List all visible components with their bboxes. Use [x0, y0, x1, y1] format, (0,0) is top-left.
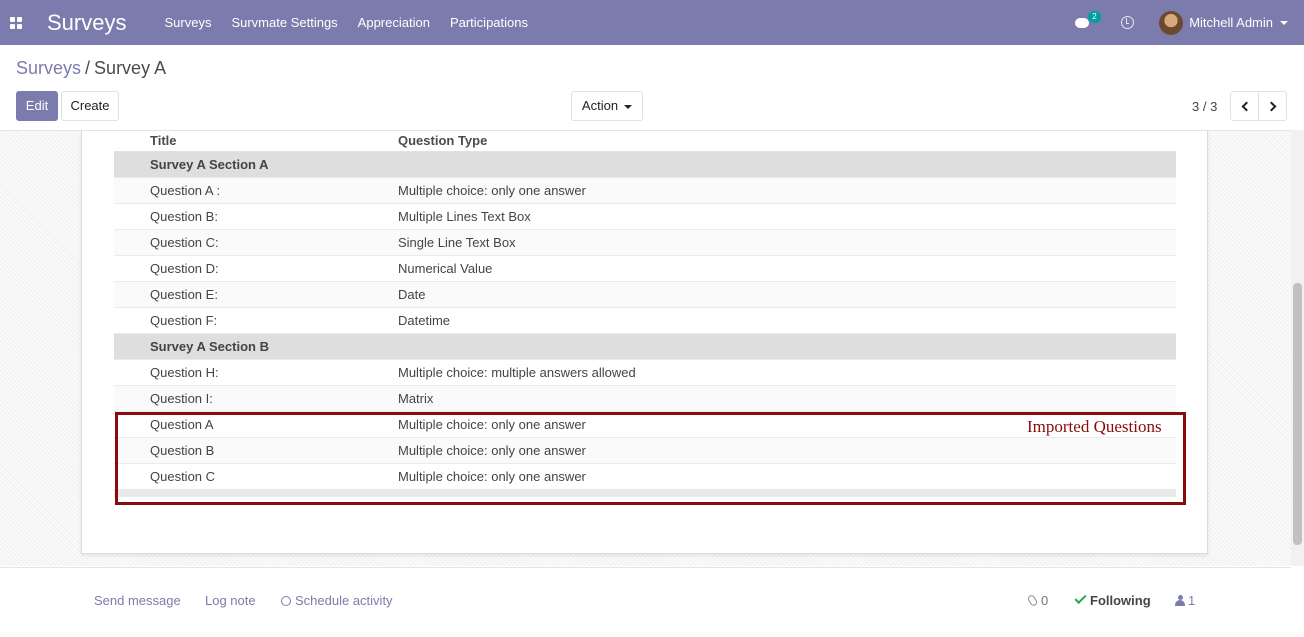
activity-clock-icon[interactable]: [1121, 16, 1135, 29]
pager-next-button[interactable]: [1258, 91, 1287, 121]
row-handle: [114, 177, 146, 204]
question-title-cell: Survey A Section A: [146, 151, 394, 178]
chevron-right-icon: [1266, 101, 1276, 111]
chatter-bar: Send message Log note Schedule activity …: [0, 567, 1291, 637]
user-avatar[interactable]: [1159, 10, 1184, 35]
table-row[interactable]: Question A : Multiple choice: only one an…: [114, 177, 1176, 204]
schedule-activity-link[interactable]: Schedule activity: [281, 593, 393, 608]
question-type-cell: Numerical Value: [394, 255, 1176, 282]
question-type-cell: Date: [394, 281, 1176, 308]
row-handle: [114, 307, 146, 334]
question-title-cell: Question D:: [146, 255, 394, 282]
question-title-cell: Question F:: [146, 307, 394, 334]
log-note-link[interactable]: Log note: [205, 593, 256, 608]
section-row[interactable]: Survey A Section B: [114, 333, 1176, 360]
imported-questions-highlight: [115, 412, 1186, 505]
send-message-link[interactable]: Send message: [94, 593, 181, 608]
navbar-systray: 2 Mitchell Admin: [1075, 0, 1288, 45]
question-type-cell: Multiple choice: only one answer: [394, 177, 1176, 204]
question-title-cell: Question A :: [146, 177, 394, 204]
pager-previous-button[interactable]: [1230, 91, 1259, 121]
question-type-cell: Multiple Lines Text Box: [394, 203, 1176, 230]
check-icon: [1074, 591, 1087, 605]
breadcrumb-surveys-link[interactable]: Surveys: [16, 58, 81, 78]
breadcrumb-current: Survey A: [94, 58, 167, 78]
caret-down-icon: [624, 104, 633, 109]
question-type-cell: Single Line Text Box: [394, 229, 1176, 256]
top-navbar: Surveys Surveys Survmate Settings Apprec…: [0, 0, 1304, 45]
row-handle: [114, 229, 146, 256]
menu-participations[interactable]: Participations: [450, 15, 528, 30]
question-title-cell: Question B:: [146, 203, 394, 230]
pager-value[interactable]: 3 / 3: [1192, 99, 1217, 114]
table-row[interactable]: Question E: Date: [114, 281, 1176, 308]
row-handle: [114, 359, 146, 386]
attachment-count[interactable]: 0: [1041, 593, 1048, 608]
clock-icon: [281, 596, 291, 606]
menu-surveys[interactable]: Surveys: [164, 15, 211, 30]
question-type-cell: Multiple choice: multiple answers allowe…: [394, 359, 1176, 386]
action-dropdown[interactable]: Action: [571, 91, 643, 121]
table-header-row: Title Question Type: [114, 131, 1176, 152]
caret-down-icon[interactable]: [1280, 20, 1288, 25]
schedule-activity-label: Schedule activity: [295, 593, 393, 608]
column-header-question-type[interactable]: Question Type: [394, 131, 1176, 152]
question-type-cell: [394, 151, 1176, 178]
table-row[interactable]: Question I: Matrix: [114, 385, 1176, 412]
edit-button[interactable]: Edit: [16, 91, 58, 121]
row-handle: [114, 255, 146, 282]
question-type-cell: [394, 333, 1176, 360]
follower-user-icon[interactable]: [1175, 595, 1185, 606]
question-title-cell: Survey A Section B: [146, 333, 394, 360]
question-title-cell: Question I:: [146, 385, 394, 412]
menu-appreciation[interactable]: Appreciation: [358, 15, 430, 30]
row-handle: [114, 281, 146, 308]
breadcrumb-separator: /: [85, 58, 91, 78]
question-title-cell: Question H:: [146, 359, 394, 386]
chevron-left-icon: [1241, 101, 1251, 111]
table-row[interactable]: Question B: Multiple Lines Text Box: [114, 203, 1176, 230]
row-handle: [114, 385, 146, 412]
user-menu[interactable]: Mitchell Admin: [1189, 15, 1273, 30]
question-title-cell: Question E:: [146, 281, 394, 308]
table-row[interactable]: Question D: Numerical Value: [114, 255, 1176, 282]
question-type-cell: Datetime: [394, 307, 1176, 334]
question-title-cell: Question C:: [146, 229, 394, 256]
row-handle: [114, 333, 146, 360]
page-scrollbar[interactable]: [1291, 130, 1304, 566]
row-handle: [114, 203, 146, 230]
messaging-icon[interactable]: 2: [1075, 10, 1101, 30]
messaging-badge: 2: [1088, 10, 1101, 23]
action-label: Action: [581, 98, 619, 113]
menu-survmate-settings[interactable]: Survmate Settings: [231, 15, 337, 30]
table-row[interactable]: Question F: Datetime: [114, 307, 1176, 334]
imported-questions-label: Imported Questions: [1027, 417, 1162, 436]
section-row[interactable]: Survey A Section A: [114, 151, 1176, 178]
follower-count[interactable]: 1: [1188, 593, 1195, 608]
scrollbar-thumb[interactable]: [1293, 283, 1302, 545]
question-type-cell: Matrix: [394, 385, 1176, 412]
table-row[interactable]: Question C: Single Line Text Box: [114, 229, 1176, 256]
header-handle: [114, 131, 146, 152]
app-brand[interactable]: Surveys: [47, 10, 126, 36]
apps-menu-icon[interactable]: [10, 16, 22, 29]
create-button[interactable]: Create: [61, 91, 119, 121]
paperclip-icon[interactable]: [1026, 593, 1039, 608]
column-header-title[interactable]: Title: [146, 131, 394, 152]
breadcrumb: Surveys / Survey A: [16, 58, 166, 79]
table-row[interactable]: Question H: Multiple choice: multiple ans…: [114, 359, 1176, 386]
row-handle: [114, 151, 146, 178]
following-button[interactable]: Following: [1090, 593, 1151, 608]
